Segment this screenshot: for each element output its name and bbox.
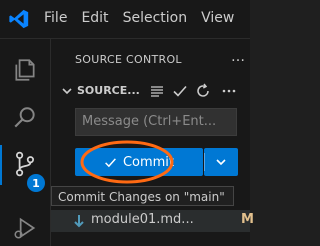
run-debug-icon[interactable] xyxy=(12,215,38,241)
menu-file[interactable]: File xyxy=(44,10,67,26)
view-as-list-icon[interactable] xyxy=(149,83,165,99)
refresh-icon[interactable] xyxy=(195,83,211,99)
menu-selection[interactable]: Selection xyxy=(123,10,188,26)
file-name: module01.md... xyxy=(91,212,194,227)
section-title: SOURCE... xyxy=(77,84,140,97)
more-actions-icon[interactable]: … xyxy=(231,49,246,65)
active-view-indicator xyxy=(0,145,2,185)
changed-file-row[interactable]: module01.md... M xyxy=(51,210,254,232)
search-icon[interactable] xyxy=(12,105,38,131)
commit-tooltip: Commit Changes on "main" xyxy=(51,186,234,206)
more-actions-icon[interactable] xyxy=(221,83,237,99)
explorer-icon[interactable] xyxy=(12,57,38,83)
arrow-down-icon xyxy=(74,215,84,228)
menu-bar: File Edit Selection View xyxy=(44,10,234,26)
commit-check-icon[interactable] xyxy=(172,83,188,99)
title-bar: File Edit Selection View xyxy=(0,0,250,39)
vscode-logo-icon xyxy=(9,9,29,29)
commit-message-input[interactable]: Message (Ctrl+Ent... xyxy=(75,108,237,136)
repository-section-header[interactable]: SOURCE... xyxy=(61,81,250,103)
menu-edit[interactable]: Edit xyxy=(81,10,108,26)
activity-bar: 1 xyxy=(0,39,51,246)
panel-title: SOURCE CONTROL xyxy=(75,53,182,66)
highlight-circle-annotation xyxy=(80,140,174,184)
commit-dropdown-button[interactable] xyxy=(204,148,238,176)
changes-count-badge: 1 xyxy=(27,174,45,192)
button-separator xyxy=(204,153,205,171)
modified-status-badge: M xyxy=(241,212,254,227)
menu-view[interactable]: View xyxy=(201,10,234,26)
chevron-down-icon[interactable] xyxy=(61,85,73,97)
chevron-down-icon xyxy=(216,159,226,166)
